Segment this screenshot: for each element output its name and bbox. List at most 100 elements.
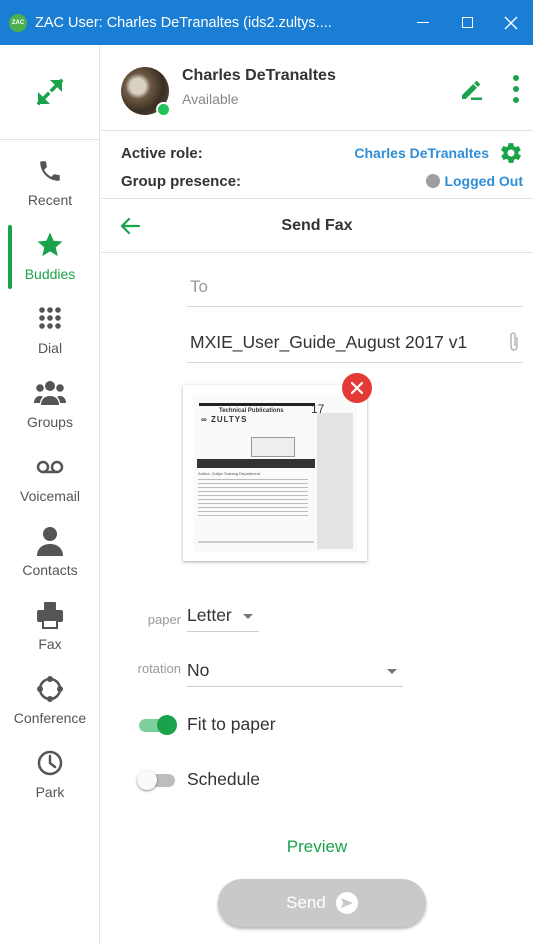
- thumb-title-bar: MXIE 10.0 User Guide: [197, 459, 315, 474]
- app-logo-text: ZAC: [11, 19, 25, 26]
- paper-label: paper: [147, 612, 181, 627]
- nav-label: Park: [35, 784, 65, 800]
- rotation-label: rotation: [137, 661, 181, 676]
- to-input[interactable]: [187, 267, 523, 306]
- voicemail-icon: [33, 450, 67, 484]
- active-role-label: Active role:: [121, 144, 203, 162]
- clock-icon: [33, 746, 67, 780]
- nav-item-fax[interactable]: Fax: [0, 596, 100, 670]
- profile-header: Charles DeTranaltes Available: [101, 45, 533, 130]
- presence-available-icon: [156, 102, 171, 117]
- minimize-icon: [417, 22, 429, 23]
- presence-offline-icon: [426, 174, 441, 188]
- more-dot-icon: [513, 86, 519, 92]
- user-status[interactable]: Available: [182, 91, 239, 107]
- nav-item-conference[interactable]: Conference: [0, 670, 100, 744]
- paperclip-icon[interactable]: [507, 331, 521, 353]
- star-icon: [33, 228, 67, 262]
- maximize-icon: [461, 17, 473, 28]
- maximize-button[interactable]: [445, 0, 489, 45]
- close-icon: [351, 382, 363, 394]
- thumb-logo-text: ZULTYS: [210, 415, 248, 424]
- send-button[interactable]: Send: [218, 879, 426, 927]
- thumb-rule: [199, 403, 315, 406]
- attachment-filename: MXIE_User_Guide_August 2017 v1: [190, 332, 468, 352]
- thumb-body-text: [198, 479, 308, 519]
- nav-item-recent[interactable]: Recent: [0, 152, 100, 226]
- main-panel: Charles DeTranaltes Available Active rol…: [101, 45, 533, 943]
- nav-item-groups[interactable]: Groups: [0, 374, 100, 448]
- edit-button[interactable]: [459, 78, 483, 102]
- fax-icon: [33, 598, 67, 632]
- paper-value: Letter: [187, 605, 232, 625]
- roles-section: Active role: Charles DeTranaltes Group p…: [101, 130, 533, 198]
- app-logo-icon: ZAC: [9, 13, 27, 32]
- thumb-logo: ∞ ZULTYS: [201, 415, 247, 424]
- schedule-toggle[interactable]: [137, 769, 179, 791]
- nav-item-buddies[interactable]: Buddies: [0, 225, 100, 300]
- nav-item-dial[interactable]: Dial: [0, 300, 100, 374]
- remove-attachment-button[interactable]: [342, 373, 372, 403]
- nav-list: Recent Buddies Dial Groups Voicemail Con…: [0, 152, 100, 818]
- fit-to-paper-label: Fit to paper: [187, 714, 276, 734]
- conference-icon: [33, 672, 67, 706]
- rotation-value: No: [187, 660, 210, 680]
- active-role-value[interactable]: Charles DeTranaltes: [354, 145, 489, 161]
- rotation-select[interactable]: No: [187, 657, 403, 687]
- page-title: Send Fax: [281, 217, 353, 234]
- fax-header: Send Fax: [101, 198, 533, 253]
- pencil-icon: [462, 81, 482, 100]
- window-titlebar: ZAC ZAC User: Charles DeTranaltes (ids2.…: [0, 0, 533, 45]
- window-title: ZAC User: Charles DeTranaltes (ids2.zult…: [35, 14, 332, 31]
- nav-label: Voicemail: [20, 488, 80, 504]
- nav-label: Fax: [38, 636, 62, 652]
- more-dot-icon: [513, 75, 519, 81]
- minimize-button[interactable]: [401, 0, 445, 45]
- nav-label: Groups: [27, 414, 73, 430]
- expand-button[interactable]: [0, 45, 100, 140]
- nav-label: Contacts: [22, 562, 78, 578]
- to-field[interactable]: [187, 267, 523, 307]
- group-presence-label: Group presence:: [121, 172, 242, 190]
- thumb-logo-mark: ∞: [201, 415, 208, 424]
- nav-label: Buddies: [24, 266, 76, 282]
- groups-icon: [33, 376, 67, 410]
- thumb-footer: [198, 541, 314, 543]
- avatar[interactable]: [121, 67, 171, 117]
- nav-item-park[interactable]: Park: [0, 744, 100, 818]
- nav-item-contacts[interactable]: Contacts: [0, 522, 100, 596]
- close-window-button[interactable]: [489, 0, 533, 45]
- fit-to-paper-toggle[interactable]: [137, 714, 179, 736]
- side-navigation: Recent Buddies Dial Groups Voicemail Con…: [0, 45, 100, 943]
- user-name: Charles DeTranaltes: [182, 67, 336, 84]
- thumb-side-shade: [317, 413, 353, 549]
- preview-link[interactable]: Preview: [101, 837, 533, 857]
- send-arrow-icon: [335, 892, 358, 914]
- more-dot-icon: [513, 97, 519, 103]
- close-icon: [504, 16, 518, 29]
- document-thumbnail[interactable]: Technical Publications 17 ∞ ZULTYS MXIE …: [183, 373, 372, 561]
- chevron-down-icon: [387, 669, 397, 674]
- nav-label: Dial: [37, 340, 63, 356]
- schedule-label: Schedule: [187, 769, 260, 789]
- thumb-screenshot: [251, 437, 295, 457]
- dialpad-icon: [33, 302, 67, 336]
- chevron-down-icon: [243, 614, 253, 619]
- thumbnail-page: Technical Publications 17 ∞ ZULTYS MXIE …: [193, 395, 357, 552]
- expand-arrows-icon: [36, 78, 64, 106]
- paper-select[interactable]: Letter: [187, 602, 259, 632]
- group-presence-row: Group presence: Logged Out: [121, 169, 523, 193]
- thumb-header-text: Technical Publications: [219, 408, 284, 414]
- group-presence-value[interactable]: Logged Out: [444, 173, 523, 189]
- thumb-subheading: Author: Zultys Training Department: [198, 471, 261, 476]
- nav-label: Recent: [27, 192, 73, 208]
- nav-item-voicemail[interactable]: Voicemail: [0, 448, 100, 522]
- gear-icon[interactable]: [499, 141, 523, 165]
- more-options-button[interactable]: [509, 71, 523, 107]
- attachment-field[interactable]: MXIE_User_Guide_August 2017 v1: [187, 323, 523, 363]
- toggle-knob: [137, 770, 157, 790]
- send-label: Send: [286, 893, 326, 912]
- nav-label: Conference: [13, 710, 87, 726]
- active-role-row: Active role: Charles DeTranaltes: [121, 141, 523, 165]
- phone-icon: [33, 154, 67, 188]
